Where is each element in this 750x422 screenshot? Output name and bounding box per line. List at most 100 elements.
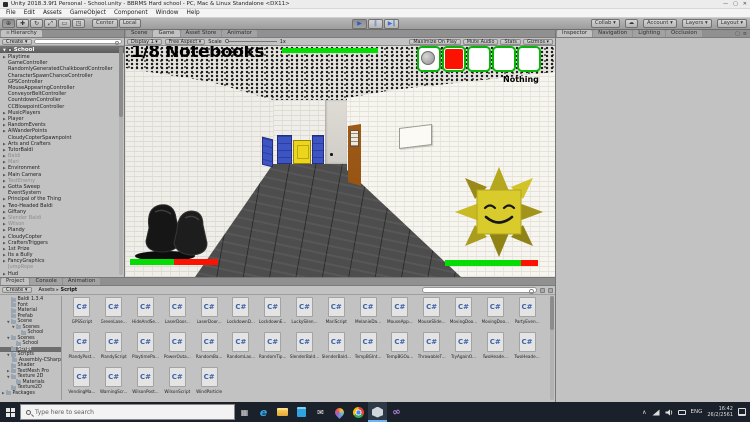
account-dropdown[interactable]: Account ▾ xyxy=(643,19,677,28)
script-asset[interactable]: C# PlandyScript xyxy=(98,332,130,359)
create-dropdown[interactable]: Create ▾ xyxy=(2,287,32,293)
gizmos-button[interactable]: Gizmos ▾ xyxy=(522,38,553,45)
cloud-button[interactable]: ☁ xyxy=(624,19,639,28)
start-button[interactable] xyxy=(0,402,20,422)
task-view-icon[interactable]: ▦ xyxy=(235,402,254,422)
script-asset[interactable]: C# MouseSlide... xyxy=(416,297,448,324)
language-indicator[interactable]: ENG xyxy=(691,409,703,415)
script-asset[interactable]: C# MelanieDa... xyxy=(352,297,384,324)
play-button[interactable]: ▶ xyxy=(352,18,367,29)
layout-dropdown[interactable]: Layout ▾ xyxy=(716,19,747,28)
script-asset[interactable]: C# PlaytimePa... xyxy=(130,332,162,359)
collab-dropdown[interactable]: Collab ▾ xyxy=(590,19,620,28)
lock-icon[interactable] xyxy=(548,287,553,293)
panel-menu-icon[interactable]: ≡ xyxy=(743,31,747,37)
script-asset[interactable]: C# WarningScr... xyxy=(98,367,130,394)
script-asset[interactable]: C# WilsonPost... xyxy=(130,367,162,394)
hierarchy-scrollbar[interactable] xyxy=(119,47,123,275)
asset-labels-icon[interactable] xyxy=(540,287,545,293)
script-asset[interactable]: C# WilsonScript xyxy=(161,367,193,394)
tab-console[interactable]: Console xyxy=(30,278,62,285)
rotate-tool-icon[interactable]: ↻ xyxy=(30,19,43,28)
menu-window[interactable]: Window xyxy=(152,10,183,16)
script-asset[interactable]: C# RandomLas... xyxy=(225,332,257,359)
script-asset[interactable]: C# SlenderBald... xyxy=(320,332,352,359)
create-dropdown[interactable]: Create ▾ xyxy=(2,38,32,45)
script-asset[interactable]: C# LockdownD... xyxy=(225,297,257,324)
maps-icon[interactable] xyxy=(330,402,349,422)
space-local-button[interactable]: Local xyxy=(118,19,141,28)
script-asset[interactable]: C# MovingDoo... xyxy=(479,297,511,324)
scale-tool-icon[interactable]: ⤢ xyxy=(44,19,57,28)
clock[interactable]: 16:42 26/2/2561 xyxy=(707,406,733,418)
lock-icon[interactable]: ▢ xyxy=(735,31,740,37)
chrome-icon[interactable] xyxy=(349,402,368,422)
script-asset[interactable]: C# TempBGInt... xyxy=(352,332,384,359)
hierarchy-item[interactable]: ▶ Hud xyxy=(0,271,124,277)
maximize-on-playbutton[interactable]: Maximize On Play xyxy=(409,38,461,45)
script-asset[interactable]: C# RandomBa... xyxy=(193,332,225,359)
menu-help[interactable]: Help xyxy=(182,10,203,16)
script-asset[interactable]: C# TwoHeade... xyxy=(511,332,543,359)
scene-expand-arrow-icon[interactable]: ▼ xyxy=(3,48,6,52)
scale-slider[interactable] xyxy=(224,39,277,43)
script-asset[interactable]: C# PlandyPost... xyxy=(66,332,98,359)
script-asset[interactable]: C# MouseApp... xyxy=(384,297,416,324)
menu-gameobject[interactable]: GameObject xyxy=(66,10,110,16)
visual-studio-icon[interactable]: ∞ xyxy=(385,401,407,422)
display-dropdown[interactable]: Display 1 ▾ xyxy=(127,38,162,45)
menu-component[interactable]: Component xyxy=(110,10,152,16)
pivot-center-button[interactable]: Center xyxy=(92,19,118,28)
mute-audiobutton[interactable]: Mute Audio xyxy=(462,38,499,45)
tab-animation[interactable]: Animation xyxy=(62,278,101,285)
script-asset[interactable]: C# TempBGOu... xyxy=(384,332,416,359)
script-asset[interactable]: C# RandomTip... xyxy=(257,332,289,359)
move-tool-icon[interactable]: ✚ xyxy=(16,19,29,28)
file-explorer-icon[interactable] xyxy=(273,402,292,422)
project-search-input[interactable] xyxy=(422,287,537,294)
minimize-button[interactable]: — xyxy=(723,1,728,7)
mail-icon[interactable]: ✉ xyxy=(311,402,330,422)
menu-file[interactable]: File xyxy=(2,10,20,16)
script-asset[interactable]: C# LaserDoor... xyxy=(193,297,225,324)
script-asset[interactable]: C# PartyEven... xyxy=(511,297,543,324)
breadcrumb-script[interactable]: Script xyxy=(60,287,77,293)
breadcrumb-assets[interactable]: Assets xyxy=(39,287,55,293)
step-button[interactable]: ▶‖ xyxy=(384,18,399,29)
scrollbar-thumb[interactable] xyxy=(550,296,554,330)
taskbar-search-input[interactable]: Type here to search xyxy=(20,404,235,420)
script-asset[interactable]: C# HideAndSe... xyxy=(130,297,162,324)
transform-tool-icon[interactable]: ◳ xyxy=(72,19,85,28)
rect-tool-icon[interactable]: ▭ xyxy=(58,19,71,28)
action-center-icon[interactable] xyxy=(738,408,746,416)
close-button[interactable]: ✕ xyxy=(743,1,747,7)
game-render-area[interactable]: 1/8 Notebooks Nothing xyxy=(125,46,555,277)
script-asset[interactable]: C# GPSScript xyxy=(66,297,98,324)
script-asset[interactable]: C# TwoHeade... xyxy=(479,332,511,359)
statsbutton[interactable]: Stats xyxy=(500,38,521,45)
tab-game[interactable]: Game xyxy=(153,30,180,37)
hierarchy-item[interactable]: RandomlyGeneratedChalkboardController xyxy=(0,66,124,72)
tab-navigation[interactable]: Navigation xyxy=(593,30,633,37)
script-asset[interactable]: C# ThrowableT... xyxy=(416,332,448,359)
script-asset[interactable]: C# LaserDoor... xyxy=(161,297,193,324)
edge-icon[interactable]: e xyxy=(254,402,273,422)
tab-hierarchy[interactable]: ≡Hierarchy xyxy=(1,30,42,37)
project-folder[interactable]: ▶ Packages xyxy=(0,390,61,397)
pause-button[interactable]: ‖ xyxy=(368,18,383,29)
scene-header[interactable]: ▼ School xyxy=(0,46,124,53)
hidden-icons-chevron[interactable]: ∧ xyxy=(642,409,646,416)
tab-project[interactable]: Project xyxy=(1,278,30,285)
scale-slider-knob[interactable] xyxy=(224,39,229,43)
script-asset[interactable]: C# LockdownE... xyxy=(257,297,289,324)
script-asset[interactable]: C# LuckySilen... xyxy=(289,297,321,324)
script-asset[interactable]: C# MariScript xyxy=(320,297,352,324)
tab-scene[interactable]: Scene xyxy=(126,30,153,37)
menu-assets[interactable]: Assets xyxy=(39,10,66,16)
network-icon[interactable] xyxy=(652,409,660,416)
script-asset[interactable]: C# GreenLase... xyxy=(98,297,130,324)
tab-asset-store[interactable]: Asset Store xyxy=(180,30,222,37)
hand-tool-icon[interactable]: ⊕ xyxy=(2,19,15,28)
keyboard-icon[interactable] xyxy=(677,409,686,415)
tab-lighting[interactable]: Lighting xyxy=(633,30,666,37)
